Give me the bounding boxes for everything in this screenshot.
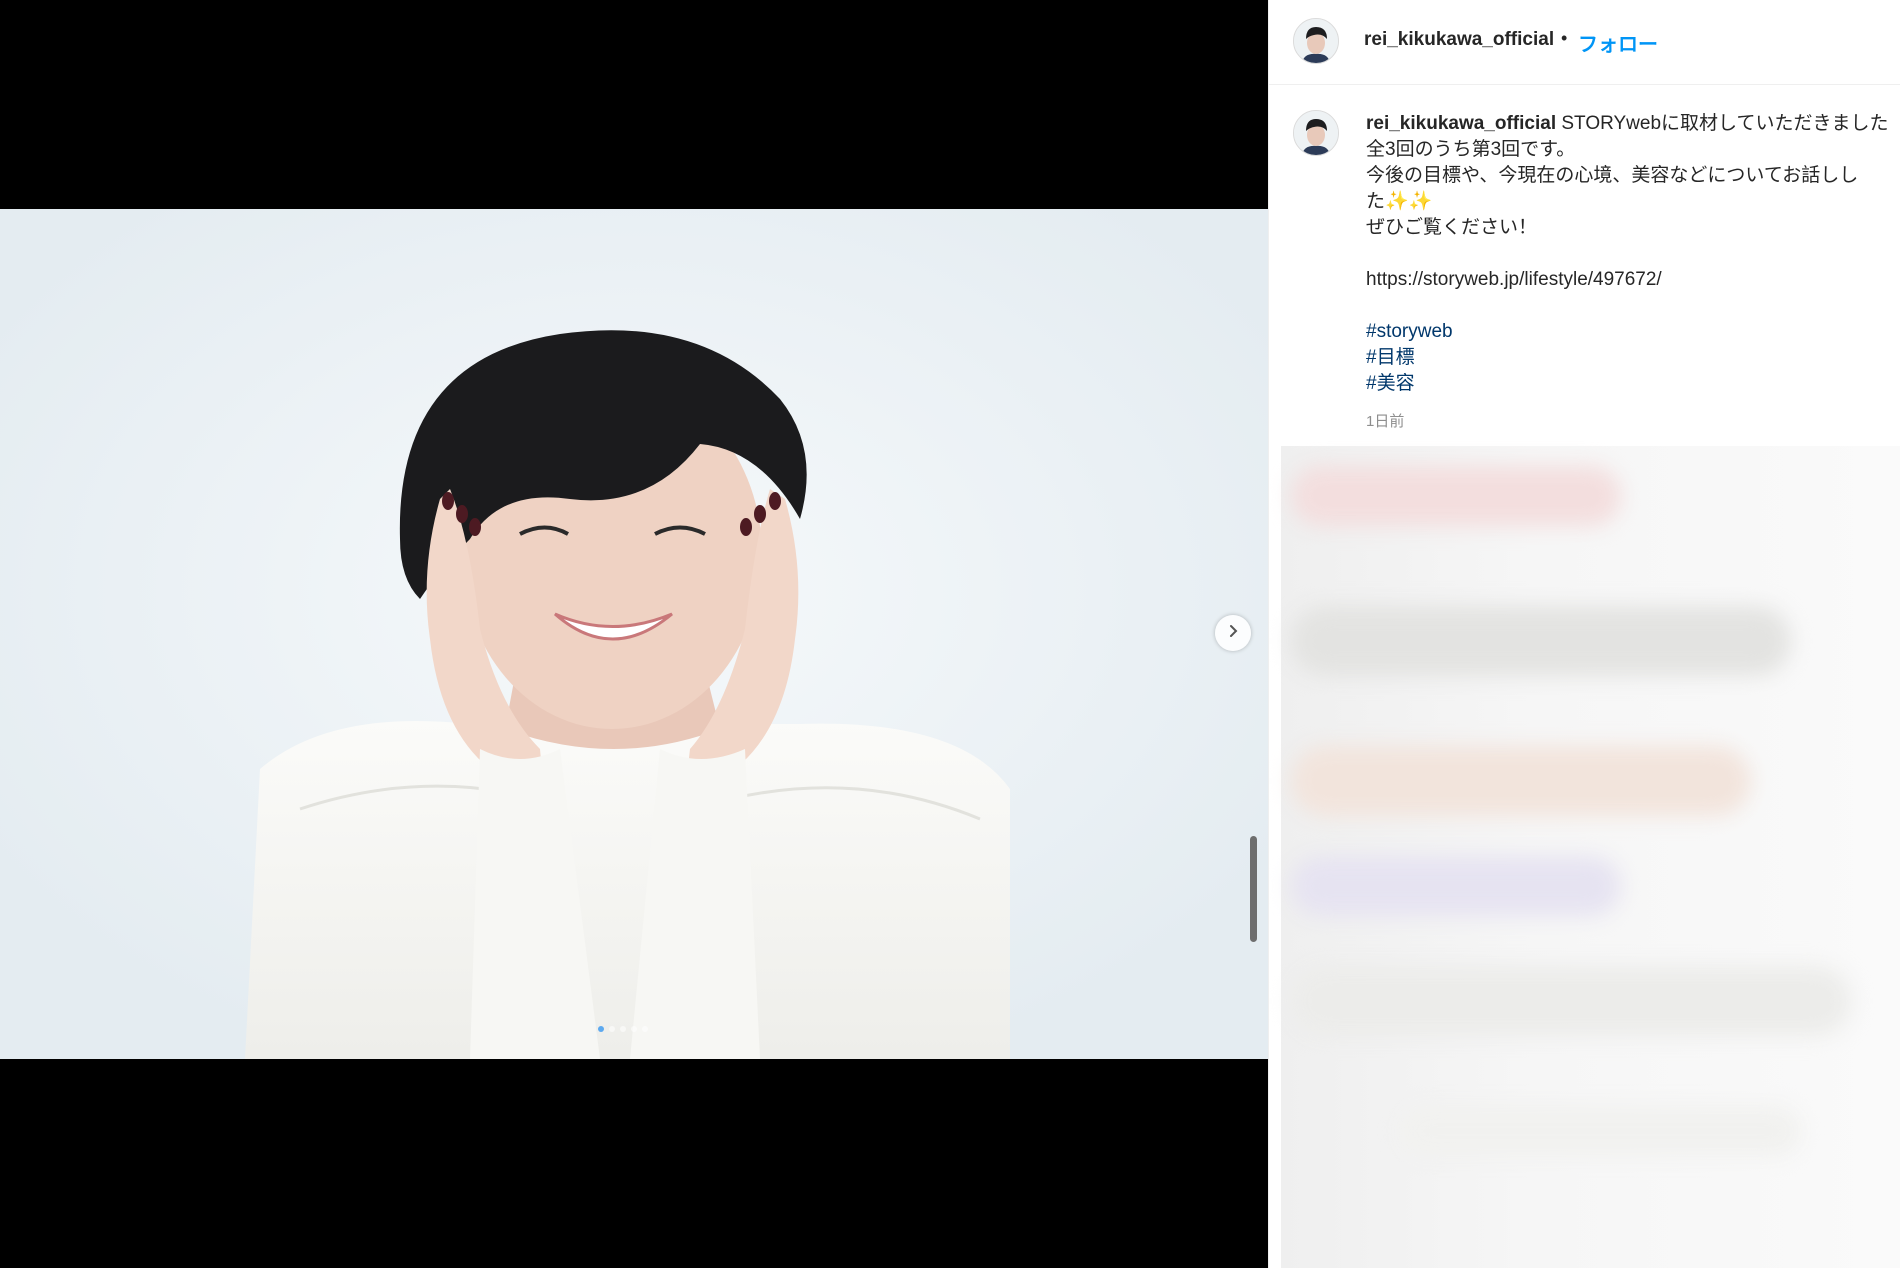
sparkles-emoji: ✨✨ [1385,191,1433,212]
hashtag-link[interactable]: #storyweb [1366,319,1900,345]
photo-illustration [0,209,1268,1059]
avatar[interactable] [1293,110,1339,156]
header-separator: • [1561,28,1568,48]
carousel-dot[interactable] [631,1026,637,1032]
hashtag-link[interactable]: #目標 [1366,345,1900,371]
carousel-dots [598,1026,648,1032]
profile-avatar-icon [1294,19,1338,63]
caption-text: STORYwebに取材していただきました [1556,113,1889,134]
caption-line: た✨✨ [1366,189,1900,215]
carousel-dot[interactable] [598,1026,604,1032]
post-username[interactable]: rei_kikukawa_official [1364,29,1554,51]
post-side-panel: rei_kikukawa_official • フォロー rei_kikukaw… [1268,0,1900,1268]
caption-username[interactable]: rei_kikukawa_official [1366,113,1556,134]
media-viewer [0,0,1268,1268]
follow-button[interactable]: フォロー [1578,28,1658,57]
carousel-dot[interactable] [642,1026,648,1032]
caption-line: rei_kikukawa_official STORYwebに取材していただきま… [1366,111,1900,137]
carousel-dot[interactable] [609,1026,615,1032]
chevron-right-icon [1226,624,1240,643]
caption-line: ぜひご覧ください！ [1366,217,1538,238]
scrollbar-thumb[interactable] [1250,836,1257,942]
caption-link[interactable]: https://storyweb.jp/lifestyle/497672/ [1366,267,1900,293]
post-header: rei_kikukawa_official • フォロー [1269,0,1900,85]
caption-line: 今後の目標や、今現在の心境、美容などについてお話しし [1366,165,1859,186]
caption-line: 全3回のうち第3回です。 [1366,139,1576,160]
avatar[interactable] [1293,18,1339,64]
blurred-comments [1281,446,1900,1268]
hashtag-link[interactable]: #美容 [1366,371,1900,397]
next-slide-button[interactable] [1215,615,1251,651]
carousel-dot[interactable] [620,1026,626,1032]
caption-text: た [1366,191,1386,212]
profile-avatar-icon [1294,111,1338,155]
post-photo[interactable] [0,209,1268,1059]
post-timestamp[interactable]: 1日前 [1366,410,1404,431]
post-caption: rei_kikukawa_official STORYwebに取材していただきま… [1366,111,1900,397]
